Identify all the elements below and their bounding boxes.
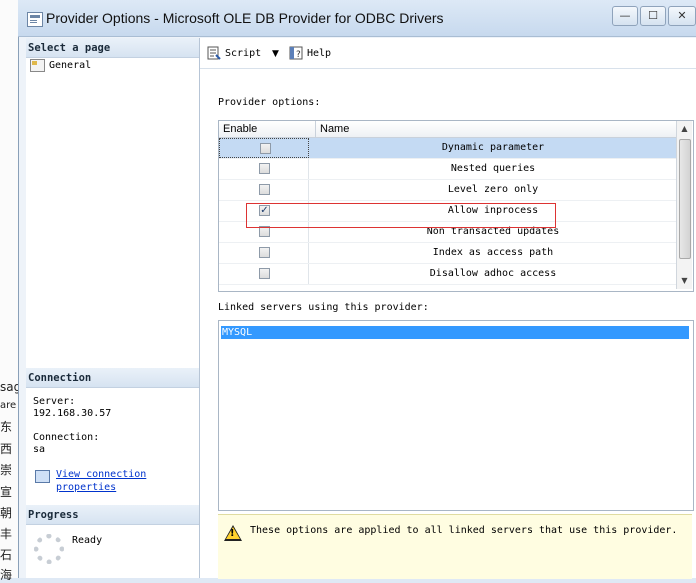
select-page-header: Select a page	[26, 38, 199, 58]
window-controls: — ☐ ✕	[612, 6, 696, 26]
minimize-icon: —	[619, 9, 631, 22]
background-text: are	[0, 400, 17, 411]
table-row[interactable]: Disallow adhoc access	[219, 264, 676, 285]
maximize-icon: ☐	[648, 9, 658, 22]
script-label: Script	[225, 48, 262, 59]
close-button[interactable]: ✕	[668, 6, 696, 26]
link-line-1[interactable]: View connection	[56, 469, 146, 480]
allow-inprocess-highlight	[246, 203, 556, 228]
background-text: 石	[0, 548, 13, 562]
connection-info: Server: 192.168.30.57 Connection: sa	[33, 396, 111, 456]
scroll-up-icon[interactable]: ▲	[679, 123, 690, 135]
page-item-general[interactable]: General	[30, 58, 91, 74]
table-row[interactable]: Index as access path	[219, 243, 676, 264]
svg-text:?: ?	[296, 50, 301, 60]
window-app-icon	[27, 12, 43, 27]
linked-servers-label: Linked servers using this provider:	[218, 302, 429, 313]
enable-checkbox[interactable]	[259, 163, 270, 174]
help-label: Help	[307, 48, 332, 59]
background-text: 东	[0, 420, 13, 434]
script-dropdown-button[interactable]: ▼	[272, 46, 279, 62]
enable-cell	[219, 243, 309, 263]
column-header-name[interactable]: Name	[315, 121, 349, 137]
enable-cell	[219, 180, 309, 200]
background-text: 崇	[0, 463, 13, 477]
connection-header: Connection	[26, 368, 199, 388]
option-name: Index as access path	[432, 247, 554, 258]
option-name: Nested queries	[450, 163, 536, 174]
view-connection-link-text[interactable]: View connection properties	[56, 468, 146, 494]
enable-checkbox[interactable]	[259, 247, 270, 258]
scroll-thumb[interactable]	[679, 139, 691, 259]
enable-cell	[219, 138, 309, 158]
help-button[interactable]: ? Help	[289, 46, 331, 62]
script-icon	[207, 46, 221, 60]
connection-value: sa	[33, 444, 46, 455]
link-line-2[interactable]: properties	[56, 482, 116, 493]
background-text: 西	[0, 442, 13, 456]
script-button[interactable]: Script	[207, 46, 261, 62]
table-row[interactable]: Dynamic parameter	[219, 138, 676, 159]
chevron-down-icon: ▼	[272, 49, 279, 59]
background-text: 丰	[0, 527, 13, 541]
background-text: 朝	[0, 506, 13, 520]
warning-mark: !	[230, 528, 235, 539]
provider-options-label: Provider options:	[218, 97, 321, 108]
progress-spinner-icon	[34, 534, 64, 564]
window-title: Provider Options - Microsoft OLE DB Prov…	[46, 10, 444, 26]
page-settings-icon	[30, 58, 45, 72]
minimize-button[interactable]: —	[612, 6, 638, 26]
help-icon: ?	[289, 46, 303, 60]
background-text: 宣	[0, 485, 13, 499]
connection-properties-icon	[35, 470, 50, 483]
option-name: Level zero only	[447, 184, 539, 195]
table-row[interactable]: Level zero only	[219, 180, 676, 201]
info-message-text: These options are applied to all linked …	[250, 525, 678, 536]
column-header-enable[interactable]: Enable	[223, 121, 257, 137]
info-message-bar: ! These options are applied to all linke…	[218, 514, 692, 579]
enable-checkbox[interactable]	[259, 184, 270, 195]
grid-header: Enable Name	[219, 121, 678, 138]
server-value: 192.168.30.57	[33, 408, 112, 419]
page-selector-pane	[26, 38, 200, 578]
option-name: Disallow adhoc access	[429, 268, 557, 279]
connection-label: Connection:	[33, 432, 100, 443]
table-row[interactable]: Nested queries	[219, 159, 676, 180]
option-name: Dynamic parameter	[441, 142, 545, 153]
enable-checkbox[interactable]	[259, 268, 270, 279]
list-item[interactable]: MYSQL	[221, 326, 689, 339]
grid-scrollbar[interactable]: ▲ ▼	[676, 121, 692, 289]
background-text: 海	[0, 568, 13, 582]
enable-checkbox[interactable]	[260, 143, 271, 154]
enable-cell	[219, 264, 309, 284]
linked-servers-list[interactable]: MYSQL	[218, 320, 694, 511]
scroll-down-icon[interactable]: ▼	[679, 275, 690, 287]
progress-status: Ready	[72, 535, 103, 546]
page-item-label: General	[49, 60, 92, 71]
close-icon: ✕	[677, 9, 687, 22]
progress-header: Progress	[26, 505, 199, 525]
server-label: Server:	[33, 396, 76, 407]
enable-cell	[219, 159, 309, 179]
maximize-button[interactable]: ☐	[640, 6, 666, 26]
